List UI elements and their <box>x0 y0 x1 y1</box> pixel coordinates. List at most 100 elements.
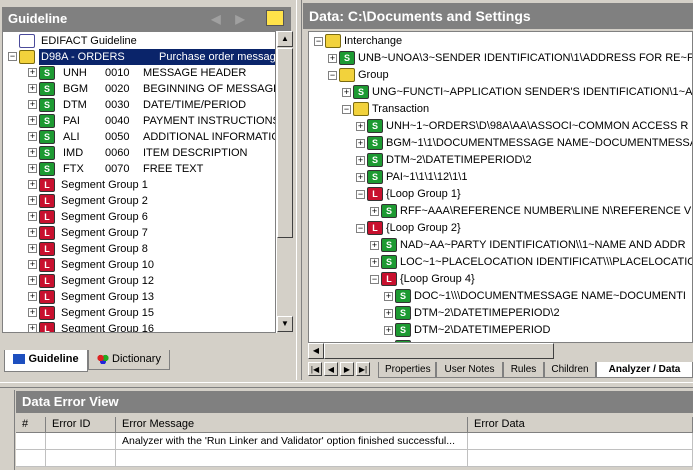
tree-row[interactable]: − L {Loop Group 1} <box>309 186 692 202</box>
last-tab-icon[interactable]: ▶| <box>356 362 370 376</box>
error-view-gripper[interactable] <box>0 390 15 470</box>
first-tab-icon[interactable]: |◀ <box>308 362 322 376</box>
guideline-scrollbar[interactable]: ▲ ▼ <box>276 31 293 333</box>
scroll-up-icon[interactable]: ▲ <box>277 31 293 47</box>
expand-toggle-icon[interactable]: − <box>8 52 17 61</box>
expand-toggle-icon[interactable]: + <box>28 196 37 205</box>
scroll-thumb[interactable] <box>277 48 293 238</box>
expand-toggle-icon[interactable]: + <box>384 292 393 301</box>
tab-rules[interactable]: Rules <box>503 362 544 378</box>
tree-row[interactable]: − Interchange <box>309 33 692 49</box>
vertical-splitter[interactable] <box>296 0 302 380</box>
tree-row[interactable]: + S DOC~1\\\DOCUMENTMESSAGE NAME~DOCUMENTI <box>309 288 692 304</box>
expand-toggle-icon[interactable]: + <box>28 212 37 221</box>
tree-row[interactable]: − D98A - ORDERS Purchase order message <box>3 49 275 65</box>
grid-cell[interactable] <box>46 450 116 467</box>
expand-toggle-icon[interactable]: + <box>356 122 365 131</box>
data-hscrollbar[interactable]: ◀ <box>308 343 693 359</box>
expand-toggle-icon[interactable]: + <box>28 68 37 77</box>
tree-row[interactable]: + S ALI 0050 ADDITIONAL INFORMATION <box>3 129 275 145</box>
expand-toggle-icon[interactable]: − <box>314 37 323 46</box>
hscroll-thumb[interactable] <box>324 343 554 359</box>
tree-row[interactable]: + L Segment Group 8 <box>3 241 275 257</box>
grid-cell[interactable] <box>468 433 693 450</box>
grid-cell[interactable] <box>46 433 116 450</box>
expand-toggle-icon[interactable]: + <box>28 100 37 109</box>
tree-row[interactable]: + L Segment Group 2 <box>3 193 275 209</box>
tree-row[interactable]: + S BGM 0020 BEGINNING OF MESSAGE <box>3 81 275 97</box>
prev-tab-icon[interactable]: ◀ <box>324 362 338 376</box>
tree-row[interactable]: + S DTM 0030 DATE/TIME/PERIOD <box>3 97 275 113</box>
expand-toggle-icon[interactable]: + <box>28 84 37 93</box>
folder-up-icon[interactable] <box>266 10 284 26</box>
guideline-tree[interactable]: EDIFACT Guideline − D98A - ORDERS Purchase … <box>2 31 276 333</box>
tree-row[interactable]: EDIFACT Guideline <box>3 33 275 49</box>
expand-toggle-icon[interactable]: + <box>28 116 37 125</box>
tree-row[interactable]: + L Segment Group 15 <box>3 305 275 321</box>
tree-row[interactable]: + S UNH~1~ORDERS\D\98A\AA\ASSOCI~COMMON AC… <box>309 118 692 134</box>
tree-row[interactable]: + S LOC~1~PLACELOCATION IDENTIFICAT\\\PLAC… <box>309 254 692 270</box>
column-header[interactable]: Error Data <box>468 417 693 433</box>
next-tab-icon[interactable]: ▶ <box>340 362 354 376</box>
scroll-down-icon[interactable]: ▼ <box>277 316 293 332</box>
tree-row[interactable]: + S UNG~FUNCTI~APPLICATION SENDER'S IDENTI… <box>309 84 692 100</box>
tree-row[interactable]: − L {Loop Group 2} <box>309 220 692 236</box>
grid-cell[interactable] <box>116 450 468 467</box>
expand-toggle-icon[interactable]: + <box>28 228 37 237</box>
tree-row[interactable]: + S RFF~AAA\REFERENCE NUMBER\LINE N\REFERE… <box>309 203 692 219</box>
tree-row[interactable]: + L Segment Group 12 <box>3 273 275 289</box>
tree-row[interactable]: + L Segment Group 1 <box>3 177 275 193</box>
grid-cell[interactable] <box>16 433 46 450</box>
tree-row[interactable]: + L Segment Group 10 <box>3 257 275 273</box>
expand-toggle-icon[interactable]: − <box>328 71 337 80</box>
expand-toggle-icon[interactable]: − <box>356 190 365 199</box>
expand-toggle-icon[interactable]: + <box>28 132 37 141</box>
expand-toggle-icon[interactable]: + <box>28 276 37 285</box>
expand-toggle-icon[interactable]: + <box>28 308 37 317</box>
tree-row[interactable]: + L Segment Group 16 <box>3 321 275 332</box>
expand-toggle-icon[interactable]: + <box>370 207 379 216</box>
forward-arrow-icon[interactable]: ▶ <box>232 11 248 27</box>
tree-row[interactable]: + S IMD 0060 ITEM DESCRIPTION <box>3 145 275 161</box>
tree-row[interactable]: +SDTM~2\DATETIMEPERIOD\2 <box>309 305 692 321</box>
horizontal-splitter[interactable] <box>0 382 693 388</box>
scroll-left-icon[interactable]: ◀ <box>308 343 324 359</box>
data-tree[interactable]: − Interchange + S UNB~UNOA\3~SENDER IDENTIFI… <box>308 31 693 343</box>
expand-toggle-icon[interactable]: + <box>28 164 37 173</box>
tree-row[interactable]: + S NAD~AA~PARTY IDENTIFICATION\\1~NAME AN… <box>309 237 692 253</box>
expand-toggle-icon[interactable]: + <box>356 139 365 148</box>
tree-row[interactable]: − Group <box>309 67 692 83</box>
expand-toggle-icon[interactable]: − <box>370 275 379 284</box>
column-header[interactable]: Error ID <box>46 417 116 433</box>
back-arrow-icon[interactable]: ◀ <box>208 11 224 27</box>
tree-row[interactable]: − Transaction <box>309 101 692 117</box>
tab-user-notes[interactable]: User Notes <box>436 362 503 378</box>
expand-toggle-icon[interactable]: + <box>356 173 365 182</box>
expand-toggle-icon[interactable]: + <box>28 324 37 332</box>
expand-toggle-icon[interactable]: + <box>356 156 365 165</box>
column-header[interactable]: Error Message <box>116 417 468 433</box>
tree-row[interactable]: + L Segment Group 13 <box>3 289 275 305</box>
tab-dictionary[interactable]: Dictionary <box>88 350 170 370</box>
tree-row[interactable]: + S UNB~UNOA\3~SENDER IDENTIFICATION\1\ADD… <box>309 50 692 66</box>
tree-row[interactable]: + S PAI~1\1\1\12\1\1 <box>309 169 692 185</box>
expand-toggle-icon[interactable]: − <box>342 105 351 114</box>
expand-toggle-icon[interactable]: + <box>28 148 37 157</box>
tree-row[interactable]: − L {Loop Group 4} <box>309 271 692 287</box>
expand-toggle-icon[interactable]: + <box>28 292 37 301</box>
expand-toggle-icon[interactable]: + <box>28 180 37 189</box>
tree-row[interactable]: + S DTM~2\DATETIMEPERIOD <box>309 322 692 338</box>
column-header[interactable]: # <box>16 417 46 433</box>
grid-cell[interactable]: Analyzer with the 'Run Linker and Valida… <box>116 433 468 450</box>
tree-row[interactable]: + L Segment Group 7 <box>3 225 275 241</box>
tree-row[interactable]: + S UNH 0010 MESSAGE HEADER <box>3 65 275 81</box>
grid-cell[interactable] <box>16 450 46 467</box>
expand-toggle-icon[interactable]: + <box>328 54 337 63</box>
expand-toggle-icon[interactable]: + <box>384 309 393 318</box>
tree-row[interactable]: + L Segment Group 6 <box>3 209 275 225</box>
expand-toggle-icon[interactable]: + <box>384 326 393 335</box>
tab-guideline[interactable]: Guideline <box>4 350 88 372</box>
tree-row[interactable]: +SDTM~2\DATETIMEPERIOD\2 <box>309 152 692 168</box>
tab-analyzer-data[interactable]: Analyzer / Data <box>596 362 693 378</box>
expand-toggle-icon[interactable]: + <box>370 241 379 250</box>
